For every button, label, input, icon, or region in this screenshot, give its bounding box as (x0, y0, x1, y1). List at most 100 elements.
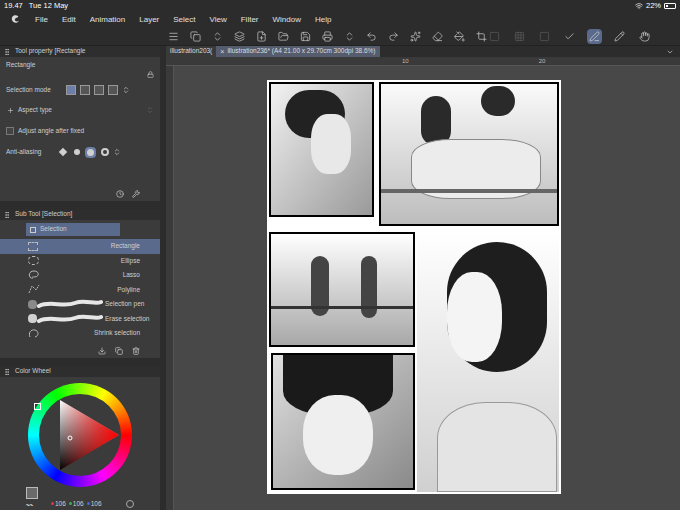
rgb-value: 106 (87, 501, 102, 508)
selection-mode-option[interactable] (66, 85, 76, 95)
canvas-area: illustration203(×illustration236* (A4 21… (166, 46, 680, 510)
sub-tool-item[interactable]: Lasso (0, 268, 160, 283)
adjust-angle-checkbox[interactable] (6, 127, 14, 135)
selection-mode-option[interactable] (108, 85, 118, 95)
toolbar-icon[interactable] (366, 31, 377, 42)
menu-item[interactable]: File (35, 16, 48, 24)
sub-tool-label: Ellipse (121, 258, 140, 265)
stroke-icon[interactable]: 〰 (26, 501, 38, 508)
toolbar-icon[interactable] (322, 31, 333, 42)
toolbar-icon[interactable] (278, 31, 289, 42)
tool-icon (539, 31, 550, 42)
main-color-swatch[interactable] (26, 487, 38, 499)
selection-pen-icon (28, 299, 103, 309)
canvas[interactable] (174, 66, 680, 510)
spinner-icon[interactable] (122, 86, 130, 94)
sub-tool-item[interactable]: Polyline (0, 283, 160, 298)
adjust-angle-label: Adjust angle after fixed (18, 128, 84, 135)
grip-icon (3, 48, 11, 56)
tool-icon (514, 31, 525, 42)
toolbar-tool[interactable] (637, 29, 652, 44)
toolbar-icon[interactable] (190, 31, 201, 42)
menu-item[interactable]: Filter (241, 16, 259, 24)
tab-close[interactable]: × (220, 48, 224, 55)
sub-tool-label: Rectangle (111, 243, 140, 250)
toolbar-icon[interactable] (234, 31, 245, 42)
document-tab[interactable]: illustration203( (166, 46, 216, 57)
trash-icon[interactable] (132, 347, 140, 355)
menu-item[interactable]: Select (173, 16, 195, 24)
polyline-icon (28, 284, 40, 295)
grip-icon (3, 211, 11, 219)
time: 19.47 (4, 2, 23, 10)
menu-item[interactable]: Animation (90, 16, 126, 24)
erase-selection-icon (28, 314, 103, 324)
sub-tool-item[interactable]: Selection pen (0, 297, 160, 312)
color-wheel[interactable] (28, 383, 132, 487)
color-wheel-panel: 〰106106106 (0, 377, 160, 510)
battery-level: 22% (646, 2, 661, 10)
sub-tool-header[interactable]: Sub Tool [Selection] (0, 209, 160, 220)
menu-item[interactable]: Edit (62, 16, 76, 24)
aspect-type-checkbox[interactable] (6, 106, 14, 114)
selection-mode-label: Selection mode (6, 87, 62, 94)
anti-aliasing-option[interactable] (57, 147, 68, 158)
color-triangle[interactable] (40, 395, 120, 475)
selection-mode-option[interactable] (94, 85, 104, 95)
comic-panel (271, 353, 415, 490)
sub-tool-item[interactable]: Shrink selection (0, 326, 160, 341)
document-tab[interactable]: ×illustration236* (A4 21.00 x 29.70cm 30… (216, 46, 379, 57)
lock-icon[interactable] (147, 71, 154, 78)
toolbar-tool[interactable] (612, 29, 627, 44)
copy-icon[interactable] (115, 347, 123, 355)
tabs-menu-icon[interactable] (666, 48, 674, 56)
rectangle-icon (28, 242, 38, 251)
spinner-icon[interactable] (113, 148, 121, 156)
toolbar-icon[interactable] (410, 31, 421, 42)
toolbar-icon[interactable] (168, 31, 179, 42)
download-icon[interactable] (98, 347, 106, 355)
ellipse-icon (28, 256, 39, 265)
menu-item[interactable]: Help (315, 16, 331, 24)
menu-item[interactable]: Layer (139, 16, 159, 24)
sub-tool-item[interactable]: Erase selection (0, 312, 160, 327)
panel-title: Sub Tool [Selection] (15, 211, 72, 218)
selection-mode-option[interactable] (80, 85, 90, 95)
panel-title: Tool property [Rectangle (15, 48, 85, 55)
sub-tool-item[interactable]: Ellipse (0, 254, 160, 269)
hue-marker[interactable] (34, 403, 41, 410)
anti-aliasing-option[interactable] (99, 147, 110, 158)
toolbar-icon[interactable] (300, 31, 311, 42)
toolbar-icon[interactable] (388, 31, 399, 42)
spinner-icon[interactable] (146, 106, 154, 114)
toolbar-icon[interactable] (344, 31, 355, 42)
toolbar-icon[interactable] (454, 31, 465, 42)
toolbar-icon[interactable] (476, 31, 487, 42)
wrench-icon[interactable] (132, 190, 140, 198)
toolbar-icon[interactable] (432, 31, 443, 42)
color-wheel-header[interactable]: Color Wheel (0, 366, 160, 377)
comic-panel (269, 232, 415, 347)
aspect-type-label: Aspect type (18, 107, 52, 114)
anti-aliasing-option[interactable] (71, 147, 82, 158)
menu-item[interactable]: Window (273, 16, 301, 24)
toolbar-icon[interactable] (212, 31, 223, 42)
toolbar-tool[interactable] (487, 29, 502, 44)
anti-aliasing-option[interactable] (85, 147, 96, 158)
manga-page[interactable] (267, 80, 561, 494)
left-panel: Tool property [Rectangle Rectangle Selecti… (0, 46, 160, 510)
settings-icon[interactable] (126, 500, 134, 508)
toolbar-tool[interactable] (512, 29, 527, 44)
tool-name: Rectangle (6, 62, 35, 69)
sub-tool-item[interactable]: Rectangle (0, 239, 160, 254)
app-logo-icon[interactable] (10, 14, 21, 25)
toolbar-icon[interactable] (256, 31, 267, 42)
sub-tool-tab[interactable]: Selection (26, 223, 120, 236)
menu-item[interactable]: View (210, 16, 227, 24)
clock-icon[interactable] (116, 190, 124, 198)
toolbar-tool[interactable] (537, 29, 552, 44)
toolbar-tool[interactable] (562, 29, 577, 44)
workspace: Tool property [Rectangle Rectangle Selecti… (0, 46, 680, 510)
tool-property-header[interactable]: Tool property [Rectangle (0, 46, 160, 57)
toolbar-tool[interactable] (587, 29, 602, 44)
